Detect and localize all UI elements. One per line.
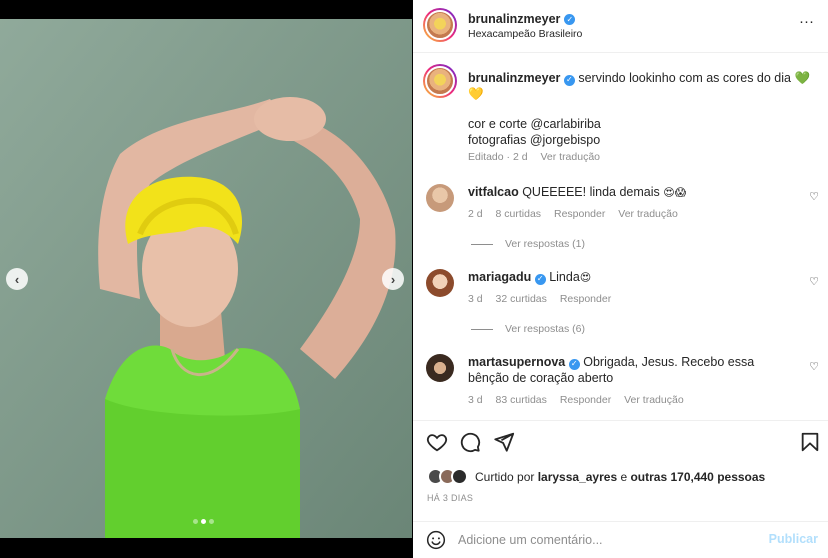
comment-time: 2 d (468, 208, 483, 220)
caption-avatar-image (425, 66, 455, 96)
publish-comment-button[interactable]: Publicar (769, 532, 818, 546)
comment-likes[interactable]: 83 curtidas (496, 394, 547, 406)
save-bookmark-icon[interactable] (799, 431, 821, 453)
verified-badge-icon: ✓ (564, 13, 576, 25)
comment-body: QUEEEEE! linda demais (522, 185, 660, 199)
liker-avatar (451, 468, 468, 485)
comment-emojis: 😍 (579, 272, 592, 284)
caption-credit-line: fotografias @jorgebispo (468, 133, 601, 147)
post-photo[interactable] (0, 19, 412, 538)
caption-credit-line: cor e corte @carlabiriba (468, 117, 601, 131)
more-options-button[interactable]: ··· (799, 13, 814, 30)
comment-likes[interactable]: 8 curtidas (496, 208, 542, 220)
comment-bubble-icon[interactable] (459, 431, 481, 453)
green-heart-emoji: 💚 (794, 71, 811, 85)
comment-body: Linda (549, 270, 580, 284)
liked-by-prefix: Curtido por (475, 469, 538, 484)
previous-photo-button[interactable]: ‹ (6, 268, 28, 290)
liked-by-others[interactable]: outras 170,440 pessoas (630, 470, 765, 484)
see-translation-link[interactable]: Ver tradução (624, 394, 684, 406)
media-panel: ‹ › (0, 0, 412, 558)
comments-list[interactable]: brunalinzmeyer ✓ servindo lookinho com a… (413, 54, 828, 420)
view-replies-label: Ver respostas (1) (505, 238, 585, 250)
post-date[interactable]: HÁ 3 DIAS (427, 493, 473, 503)
comment-text: vitfalcao QUEEEEE! linda demais 😍😱 (468, 184, 788, 201)
next-photo-button[interactable]: › (382, 268, 404, 290)
chevron-left-icon: ‹ (14, 271, 20, 287)
likes-text[interactable]: Curtido por laryssa_ayres e outras 170,4… (475, 470, 765, 484)
caption-credits: cor e corte @carlabiriba fotografias @jo… (468, 116, 601, 148)
like-comment-heart-icon[interactable]: ♡ (809, 360, 819, 373)
liked-by-user[interactable]: laryssa_ayres (538, 470, 617, 484)
share-send-icon[interactable] (493, 431, 515, 453)
verified-badge-icon: ✓ (563, 74, 575, 86)
author-username[interactable]: brunalinzmeyer ✓ (468, 12, 576, 26)
post-actions: Curtido por laryssa_ayres e outras 170,4… (413, 420, 828, 520)
comment-emojis: 😍😱 (663, 187, 687, 199)
author-subtitle: Hexacampeão Brasileiro (468, 28, 583, 40)
author-avatar[interactable] (423, 8, 457, 42)
caption-avatar[interactable] (423, 64, 457, 98)
reply-button[interactable]: Responder (560, 394, 611, 406)
see-translation-link[interactable]: Ver tradução (618, 208, 678, 220)
carousel-dot (193, 519, 198, 524)
comment-meta: 2 d 8 curtidas Responder Ver tradução (468, 208, 688, 220)
comment-time: 3 d (468, 293, 483, 305)
carousel-dot (209, 519, 214, 524)
commenter-avatar[interactable] (426, 354, 454, 382)
view-replies-button[interactable]: Ver respostas (1) (471, 238, 585, 250)
caption-body: servindo lookinho com as cores do dia (578, 71, 791, 85)
view-replies-button[interactable]: Ver respostas (6) (471, 323, 585, 335)
comment-text: martasupernova ✓ Obrigada, Jesus. Recebo… (468, 354, 788, 386)
instagram-post-modal: ‹ › brunalinzmeyer ✓ Hexacampeão Brasile… (0, 0, 828, 558)
commenter-username[interactable]: martasupernova (468, 355, 565, 369)
comment-likes[interactable]: 32 curtidas (496, 293, 547, 305)
commenter-username[interactable]: mariagadu (468, 270, 531, 284)
replies-divider (471, 328, 493, 330)
comment-composer: Publicar (413, 521, 828, 558)
like-comment-heart-icon[interactable]: ♡ (809, 275, 819, 288)
yellow-heart-emoji: 💛 (468, 87, 484, 101)
post-header: brunalinzmeyer ✓ Hexacampeão Brasileiro … (413, 0, 828, 53)
comment-time: 3 d (468, 394, 483, 406)
reply-button[interactable]: Responder (560, 293, 611, 305)
caption-meta: Editado · 2 d Ver tradução (468, 151, 610, 163)
replies-divider (471, 243, 493, 245)
reply-button[interactable]: Responder (554, 208, 605, 220)
caption-username[interactable]: brunalinzmeyer (468, 71, 560, 85)
like-comment-heart-icon[interactable]: ♡ (809, 190, 819, 203)
emoji-smiley-icon[interactable] (426, 530, 446, 550)
comment-input[interactable] (458, 529, 758, 551)
commenter-username[interactable]: vitfalcao (468, 185, 519, 199)
caption-edited-time: Editado · 2 d (468, 151, 528, 163)
author-username-text: brunalinzmeyer (468, 12, 561, 26)
caption-text: brunalinzmeyer ✓ servindo lookinho com a… (468, 70, 813, 102)
see-translation-link[interactable]: Ver tradução (540, 151, 600, 163)
author-avatar-image (425, 10, 455, 40)
commenter-avatar[interactable] (426, 184, 454, 212)
chevron-right-icon: › (390, 271, 396, 287)
comment-meta: 3 d 83 curtidas Responder Ver tradução (468, 394, 694, 406)
view-replies-label: Ver respostas (6) (505, 323, 585, 335)
verified-badge-icon: ✓ (568, 358, 580, 370)
likes-summary: Curtido por laryssa_ayres e outras 170,4… (427, 468, 765, 485)
post-details-panel: brunalinzmeyer ✓ Hexacampeão Brasileiro … (413, 0, 828, 558)
photo-illustration (0, 19, 412, 538)
carousel-indicator (193, 519, 214, 524)
verified-badge-icon: ✓ (534, 273, 546, 285)
carousel-dot-active (201, 519, 206, 524)
comment-text: mariagadu ✓ Linda😍 (468, 269, 788, 286)
comment-meta: 3 d 32 curtidas Responder (468, 293, 621, 305)
liked-by-mid: e (617, 469, 631, 484)
like-heart-icon[interactable] (426, 431, 448, 453)
commenter-avatar[interactable] (426, 269, 454, 297)
